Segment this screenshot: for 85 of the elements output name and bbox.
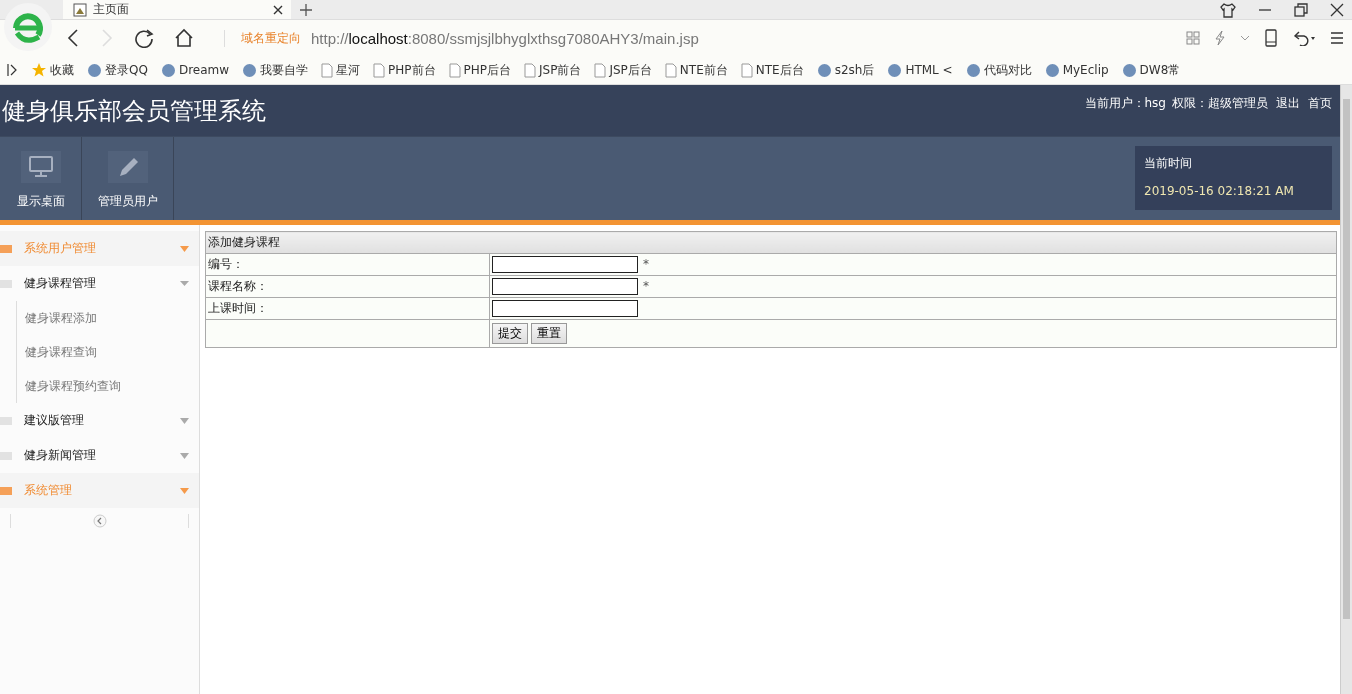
user-info: 当前用户：hsg: [1084, 95, 1166, 112]
back-icon[interactable]: [66, 28, 80, 48]
field-label: 课程名称：: [205, 275, 490, 298]
bookmark[interactable]: NTE后台: [740, 61, 804, 79]
caret-down-icon: [180, 452, 189, 459]
page-icon: [740, 62, 753, 78]
form-button[interactable]: 重置: [531, 323, 567, 344]
bookmark[interactable]: 我要自学: [242, 61, 309, 79]
browser-tab[interactable]: 主页面: [63, 0, 291, 19]
menu-group[interactable]: 建议版管理: [0, 403, 199, 438]
input-field[interactable]: [492, 256, 638, 273]
site-icon: [1121, 62, 1137, 78]
new-tab-icon[interactable]: [299, 2, 313, 17]
bookmark[interactable]: PHP前台: [373, 61, 436, 79]
caret-down-icon: [180, 417, 189, 424]
collapse-icon[interactable]: [92, 514, 107, 528]
bookmark[interactable]: s2sh后: [816, 61, 875, 79]
star-icon: [31, 62, 47, 78]
page-icon: [524, 62, 537, 78]
home-icon[interactable]: [174, 28, 194, 48]
menu-item[interactable]: 健身课程查询: [17, 335, 199, 369]
menu-item[interactable]: 健身课程添加: [17, 301, 199, 335]
header-link[interactable]: 首页: [1308, 95, 1332, 112]
required-mark: *: [643, 279, 649, 293]
nav-button[interactable]: 管理员用户: [82, 137, 174, 220]
shirt-icon[interactable]: [1220, 1, 1236, 18]
page-icon: [73, 2, 87, 17]
menu-icon[interactable]: [1330, 31, 1344, 45]
site-icon: [887, 62, 903, 78]
close-icon[interactable]: [1330, 2, 1344, 17]
tablet-icon[interactable]: [1264, 29, 1278, 47]
header-link[interactable]: 退出: [1276, 95, 1300, 112]
clock-label: 当前时间: [1144, 155, 1193, 172]
bookmark[interactable]: NTE前台: [664, 61, 728, 79]
clock-time: 2019-05-16 02:18:21 AM: [1144, 184, 1295, 198]
form-button[interactable]: 提交: [492, 323, 528, 344]
reload-icon[interactable]: [134, 28, 154, 48]
menu-group[interactable]: 健身新闻管理: [0, 438, 199, 473]
user-info: 权限：超级管理员: [1172, 95, 1268, 112]
site-icon: [965, 62, 981, 78]
bookmark[interactable]: 代码对比: [965, 61, 1032, 79]
bookmark[interactable]: Dreamw: [160, 62, 230, 78]
scrollbar[interactable]: [1340, 85, 1352, 694]
page-icon: [321, 62, 334, 78]
required-mark: *: [643, 257, 649, 271]
caret-down-icon: [180, 487, 189, 494]
scrollbar-thumb[interactable]: [1343, 99, 1350, 619]
caret-down-icon: [180, 280, 189, 287]
site-icon: [160, 62, 176, 78]
bookmark[interactable]: 登录QQ: [87, 61, 148, 79]
bookmark[interactable]: JSP前台: [524, 61, 582, 79]
page-icon: [448, 62, 461, 78]
nav-button[interactable]: 显示桌面: [0, 137, 82, 220]
site-icon: [242, 62, 258, 78]
bookmark[interactable]: HTML <: [887, 62, 953, 78]
restore-icon[interactable]: [1294, 2, 1308, 17]
lightning-icon[interactable]: [1214, 30, 1226, 46]
close-icon[interactable]: [273, 4, 283, 15]
address-field[interactable]: http://localhost:8080/ssmjsjlbhyglxthsg7080AHY3/main.jsp: [311, 29, 699, 47]
site-icon: [87, 62, 102, 78]
input-field[interactable]: [492, 278, 638, 295]
chevron-down-icon[interactable]: [1240, 34, 1250, 42]
caret-down-icon: [180, 245, 189, 252]
bookmark[interactable]: MyEclip: [1044, 62, 1109, 78]
site-icon: [1044, 62, 1060, 78]
page-icon: [373, 62, 386, 78]
sidebar-toggle-icon[interactable]: [6, 63, 18, 77]
field-label: 编号：: [205, 253, 490, 276]
app-title: 健身俱乐部会员管理系统: [2, 95, 266, 127]
form-title: 添加健身课程: [205, 231, 1337, 254]
bookmark[interactable]: PHP后台: [448, 61, 512, 79]
page-icon: [594, 62, 607, 78]
tab-title: 主页面: [93, 1, 130, 18]
bookmark[interactable]: DW8常: [1121, 61, 1181, 79]
page-icon: [664, 62, 677, 78]
undo-icon[interactable]: [1292, 30, 1316, 46]
bookmark[interactable]: 收藏: [31, 61, 74, 79]
menu-group[interactable]: 健身课程管理: [0, 266, 199, 301]
input-field[interactable]: [492, 300, 638, 317]
monitor-icon: [28, 156, 53, 178]
bookmark[interactable]: 星河: [321, 61, 361, 79]
bookmark[interactable]: JSP后台: [594, 61, 652, 79]
field-label: 上课时间：: [205, 297, 490, 320]
menu-item[interactable]: 健身课程预约查询: [17, 369, 199, 403]
site-icon: [816, 62, 832, 78]
